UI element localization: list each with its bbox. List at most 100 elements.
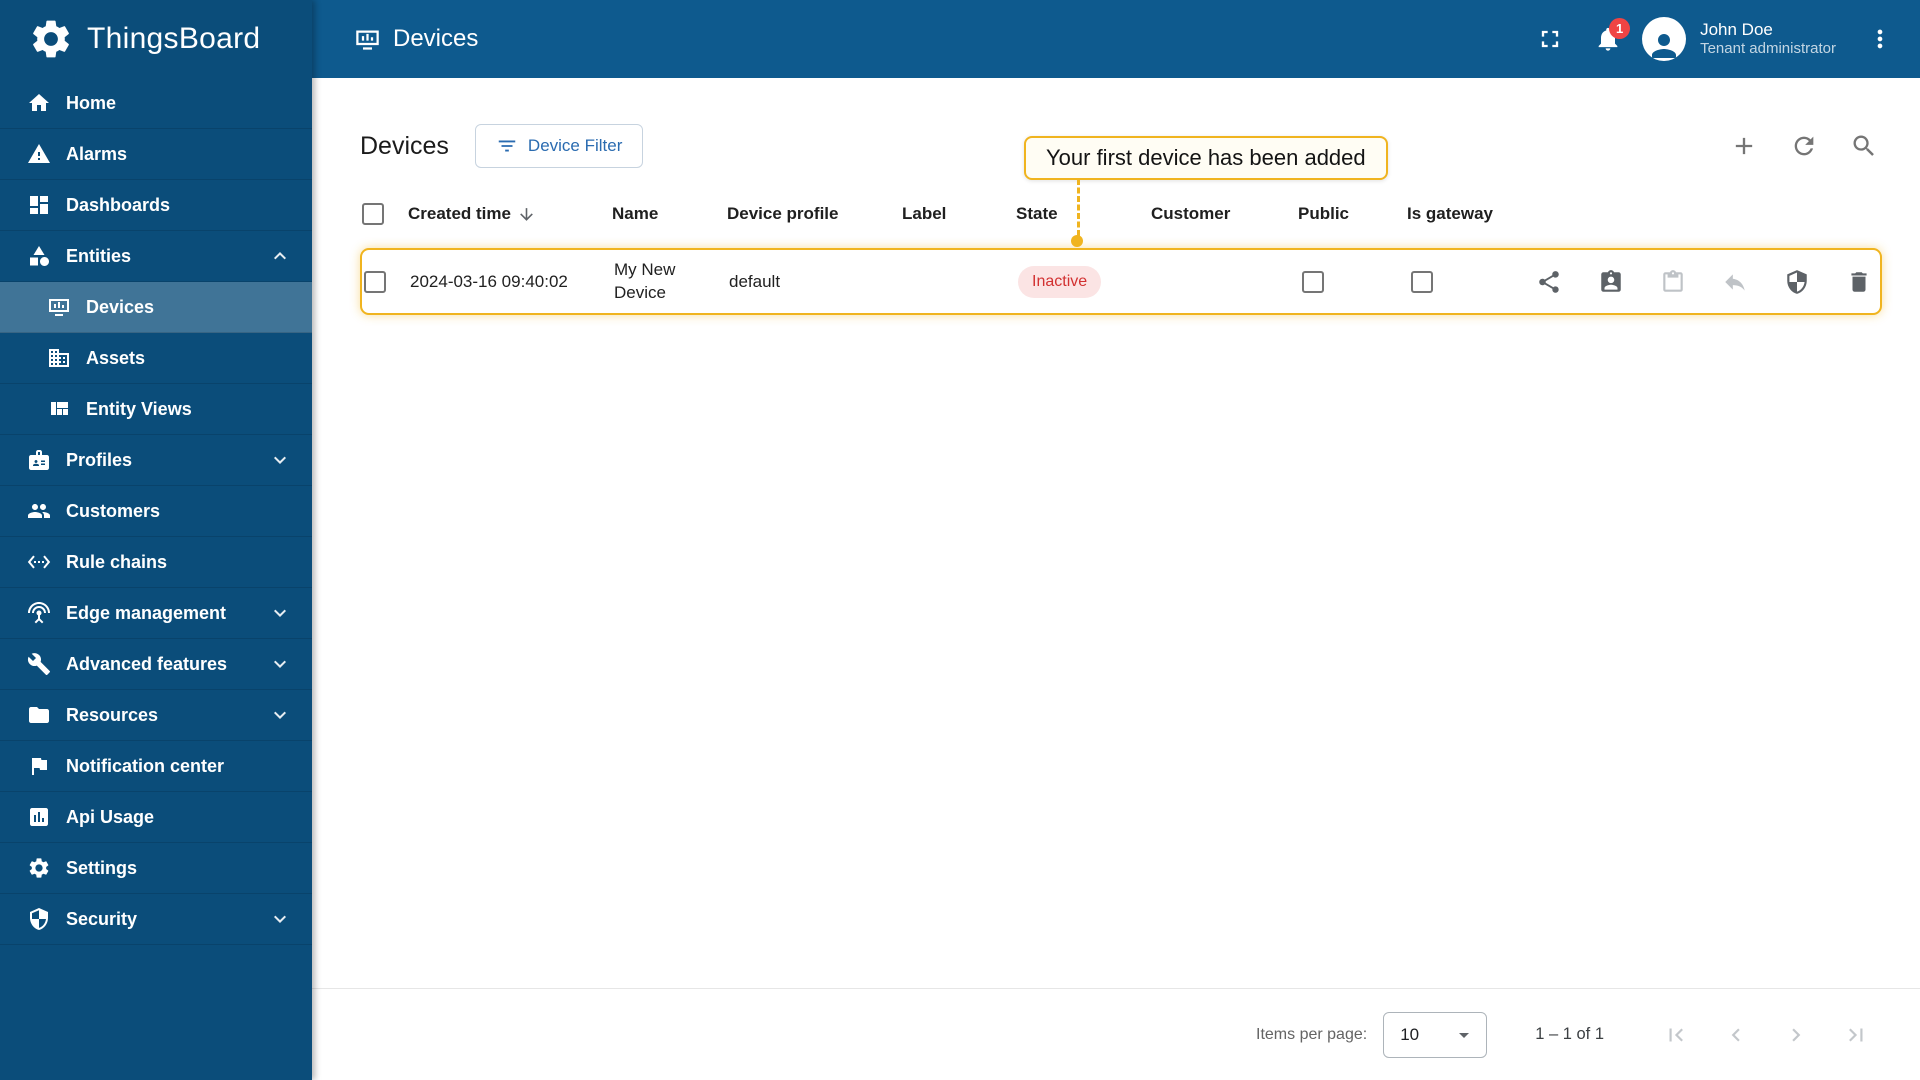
assign-customer-icon (1598, 269, 1624, 295)
paginator-buttons (1652, 1011, 1880, 1059)
security-icon (27, 907, 51, 931)
app-logo[interactable]: ThingsBoard (0, 0, 312, 78)
cell-is-gateway (1409, 270, 1536, 293)
sidebar-item-resources[interactable]: Resources (0, 690, 312, 741)
sidebar-item-edge-management[interactable]: Edge management (0, 588, 312, 639)
notification-center-icon (27, 754, 51, 778)
sidebar-item-label: Notification center (66, 755, 225, 776)
column-label: Created time (408, 204, 511, 223)
column-header-public[interactable]: Public (1298, 204, 1407, 224)
assign-to-customer-button[interactable] (1598, 269, 1624, 295)
is-gateway-checkbox[interactable] (1411, 270, 1433, 293)
sidebar-item-label: Edge management (66, 602, 227, 623)
sidebar-item-label: Dashboards (66, 194, 171, 215)
sidebar-item-devices[interactable]: Devices (0, 282, 312, 333)
advanced-features-icon (27, 652, 51, 676)
delete-icon (1846, 269, 1872, 295)
devices-icon (354, 26, 381, 53)
sidebar-item-entity-views[interactable]: Entity Views (0, 384, 312, 435)
api-usage-icon (27, 805, 51, 829)
created-time-value: 2024-03-16 09:40:02 (410, 271, 568, 291)
sidebar-item-settings[interactable]: Settings (0, 843, 312, 894)
sidebar-item-label: Alarms (66, 143, 128, 164)
table-row[interactable]: 2024-03-16 09:40:02 My New Device defaul… (360, 248, 1882, 315)
page-title: Devices (360, 131, 449, 160)
user-avatar[interactable] (1642, 17, 1687, 61)
device-filter-label: Device Filter (527, 136, 623, 155)
sidebar-item-entities[interactable]: Entities (0, 231, 312, 282)
sidebar-item-profiles[interactable]: Profiles (0, 435, 312, 486)
table-header-row: Created time Name Device profile Label S… (360, 188, 1882, 240)
column-label: Public (1298, 204, 1350, 223)
column-header-device-profile[interactable]: Device profile (727, 204, 902, 224)
sidebar-item-label: Customers (66, 500, 161, 521)
manage-credentials-button[interactable] (1660, 269, 1686, 295)
fullscreen-button[interactable] (1526, 15, 1574, 63)
sidebar-item-dashboards[interactable]: Dashboards (0, 180, 312, 231)
sidebar-item-label: Assets (86, 347, 146, 368)
refresh-button[interactable] (1790, 132, 1818, 160)
column-label: State (1016, 204, 1058, 223)
sidebar-item-label: Profiles (66, 449, 133, 470)
status-badge: Inactive (1018, 265, 1102, 298)
unassign-button[interactable] (1722, 269, 1748, 295)
sidebar: ThingsBoard Home Alarms Dashboards Entit… (0, 0, 312, 1080)
top-bar: Devices 1 John Doe Tenant administrator (312, 0, 1920, 78)
security-settings-button[interactable] (1784, 269, 1810, 295)
column-header-customer[interactable]: Customer (1151, 204, 1298, 224)
sidebar-item-notification-center[interactable]: Notification center (0, 741, 312, 792)
sidebar-item-label: Security (66, 908, 138, 929)
last-page-button[interactable] (1832, 1011, 1880, 1059)
user-menu-button[interactable] (1856, 15, 1904, 63)
customers-icon (27, 499, 51, 523)
main-content: Your first device has been added Devices… (312, 78, 1920, 1080)
last-page-icon (1843, 1022, 1869, 1048)
table-actions (1730, 132, 1878, 160)
add-icon (1730, 132, 1758, 160)
delete-device-button[interactable] (1846, 269, 1872, 295)
sidebar-item-rule-chains[interactable]: Rule chains (0, 537, 312, 588)
notifications-button[interactable]: 1 (1584, 15, 1632, 63)
column-label: Customer (1151, 204, 1231, 223)
column-header-created-time[interactable]: Created time (408, 204, 612, 224)
shield-icon (1784, 269, 1810, 295)
cell-public (1300, 270, 1409, 293)
add-device-button[interactable] (1730, 132, 1758, 160)
chevron-up-icon (268, 244, 292, 268)
public-checkbox[interactable] (1302, 270, 1324, 293)
assets-icon (47, 346, 71, 370)
column-header-label[interactable]: Label (902, 204, 1016, 224)
column-header-is-gateway[interactable]: Is gateway (1407, 204, 1534, 224)
make-public-button[interactable] (1536, 269, 1562, 295)
sidebar-item-advanced-features[interactable]: Advanced features (0, 639, 312, 690)
sort-desc-icon (517, 205, 536, 224)
sidebar-item-customers[interactable]: Customers (0, 486, 312, 537)
dropdown-arrow-icon (1452, 1023, 1476, 1047)
row-checkbox[interactable] (364, 270, 386, 293)
sidebar-item-security[interactable]: Security (0, 894, 312, 945)
row-actions (1536, 269, 1880, 295)
alarms-icon (27, 142, 51, 166)
sidebar-item-assets[interactable]: Assets (0, 333, 312, 384)
device-profile-value: default (729, 271, 781, 291)
sidebar-item-home[interactable]: Home (0, 78, 312, 129)
page-range-label: 1 – 1 of 1 (1535, 1025, 1604, 1043)
column-header-state[interactable]: State (1016, 204, 1151, 224)
page-size-select[interactable]: 10 (1383, 1011, 1488, 1058)
column-label: Name (612, 204, 659, 223)
device-filter-button[interactable]: Device Filter (474, 124, 644, 168)
next-page-button[interactable] (1772, 1011, 1820, 1059)
prev-page-button[interactable] (1712, 1011, 1760, 1059)
first-page-icon (1663, 1022, 1689, 1048)
sidebar-item-alarms[interactable]: Alarms (0, 129, 312, 180)
select-all-checkbox[interactable] (362, 203, 384, 225)
first-page-button[interactable] (1652, 1011, 1700, 1059)
search-button[interactable] (1850, 132, 1878, 160)
prev-page-icon (1723, 1022, 1749, 1048)
refresh-icon (1790, 132, 1818, 160)
column-header-name[interactable]: Name (612, 204, 727, 224)
sidebar-item-label: Resources (66, 704, 159, 725)
notification-badge: 1 (1609, 18, 1631, 39)
sidebar-item-api-usage[interactable]: Api Usage (0, 792, 312, 843)
dashboards-icon (27, 193, 51, 217)
